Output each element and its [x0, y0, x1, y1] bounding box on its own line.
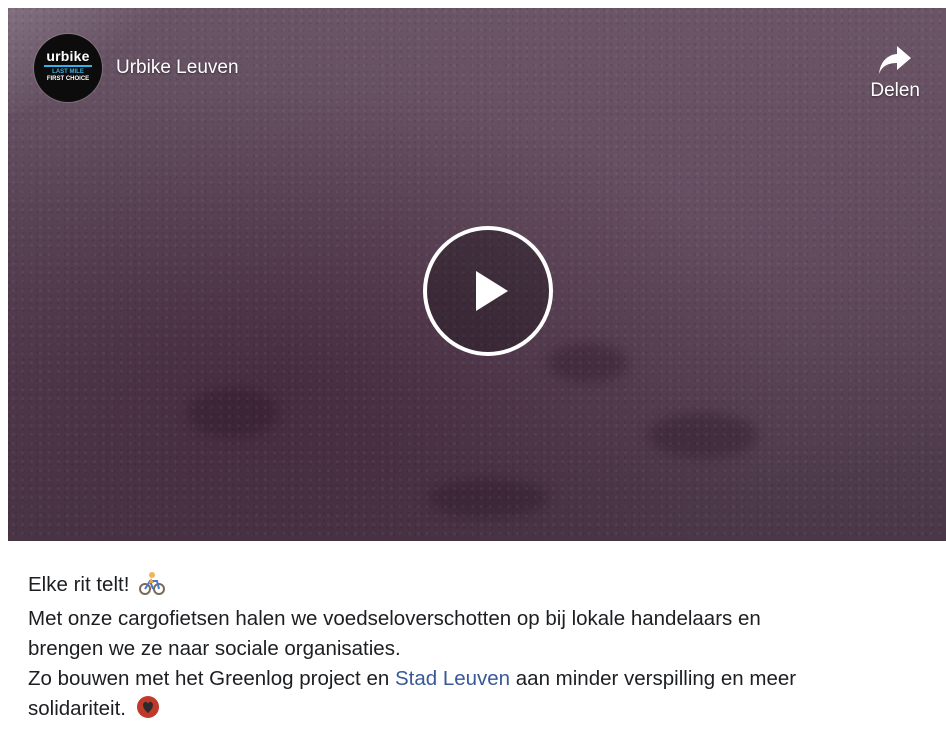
recycle-heart-icon	[136, 695, 160, 728]
caption-text: solidariteit.	[28, 697, 126, 720]
video-texture	[188, 388, 278, 438]
caption-line: Met onze cargofietsen halen we voedselov…	[28, 607, 761, 630]
caption-line: solidariteit.	[28, 694, 928, 728]
logo-tagline-1: LAST MILE	[52, 69, 84, 75]
caption-line: brengen we ze naar sociale organisaties.	[28, 637, 401, 660]
channel-name-link[interactable]: Urbike Leuven	[116, 57, 239, 79]
logo-word: urbike	[46, 48, 90, 64]
share-button[interactable]: Delen	[870, 44, 920, 102]
share-label: Delen	[870, 80, 920, 101]
stad-leuven-link[interactable]: Stad Leuven	[395, 667, 510, 690]
bicyclist-icon	[139, 571, 166, 604]
caption-text: Elke rit telt!	[28, 573, 130, 596]
share-arrow-icon	[879, 46, 912, 74]
caption-text: aan minder verspilling en meer	[510, 667, 797, 690]
caption-line: Zo bouwen met het Greenlog project en St…	[28, 664, 928, 694]
video-player[interactable]: urbike LAST MILE FIRST CHOICE Urbike Leu…	[8, 8, 946, 541]
video-texture	[548, 343, 628, 383]
logo-divider	[44, 65, 92, 67]
video-texture	[428, 478, 548, 518]
caption-line: Elke rit telt!	[28, 570, 928, 604]
post-caption: Elke rit telt! Met onze cargofietsen hal…	[28, 570, 928, 728]
logo-tagline-2: FIRST CHOICE	[46, 76, 90, 82]
caption-text: Zo bouwen met het Greenlog project en	[28, 667, 395, 690]
channel-avatar[interactable]: urbike LAST MILE FIRST CHOICE	[34, 34, 102, 102]
video-texture	[648, 413, 758, 458]
play-icon	[476, 271, 508, 311]
channel-header: urbike LAST MILE FIRST CHOICE Urbike Leu…	[34, 34, 239, 102]
play-button[interactable]	[423, 226, 553, 356]
